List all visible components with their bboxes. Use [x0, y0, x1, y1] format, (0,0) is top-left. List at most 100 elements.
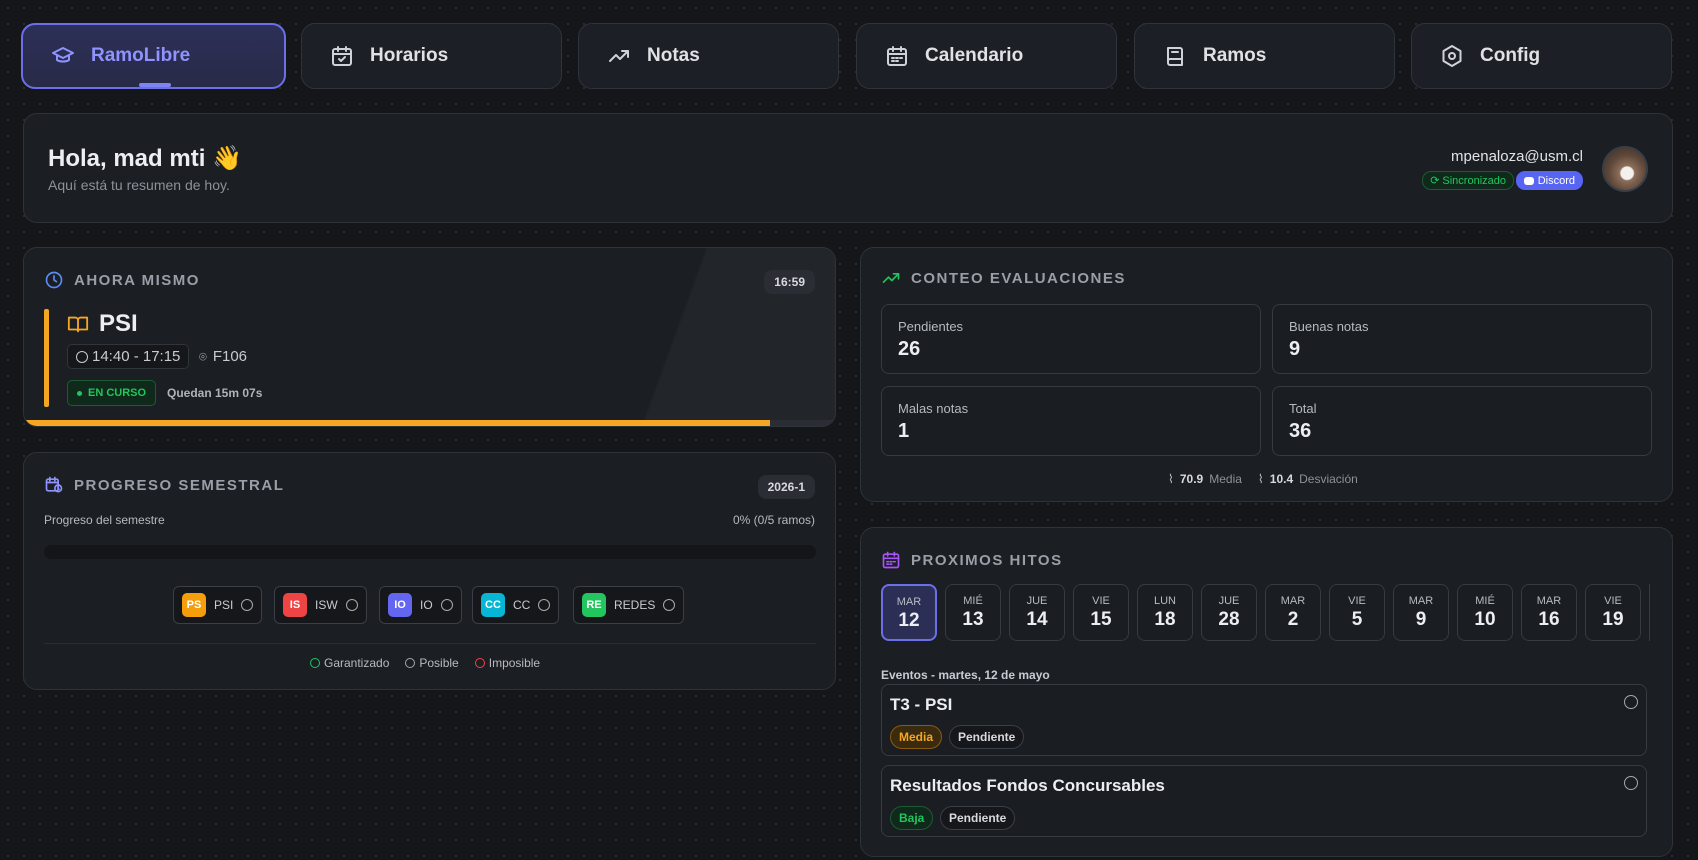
sync-status-badge: ⟳ Sincronizado — [1422, 171, 1514, 190]
course-abbr: IS — [283, 593, 307, 617]
calendar-icon — [887, 46, 907, 66]
course-chip-label: CC — [513, 598, 531, 612]
course-chip-psi[interactable]: PS PSI — [173, 586, 263, 624]
course-chip-label: PSI — [214, 598, 234, 612]
event-status-circle-icon[interactable] — [1624, 695, 1638, 709]
evals-title: CONTEO EVALUACIONES — [881, 268, 1126, 288]
nav-ramos[interactable]: Ramos — [1134, 23, 1395, 89]
nav-calendario[interactable]: Calendario — [856, 23, 1117, 89]
refresh-icon: ⟳ — [1430, 175, 1440, 187]
nav-label: Config — [1480, 45, 1541, 66]
stats-summary: ⌇ 70.9 Media ⌇ 10.4 Desviación — [1168, 472, 1358, 486]
status-badge: EN CURSO — [67, 380, 157, 406]
nav-ramolibre[interactable]: RamoLibre — [21, 23, 286, 89]
check-circle-icon — [310, 658, 320, 668]
active-indicator — [139, 83, 171, 87]
book-open-icon — [67, 316, 89, 333]
now-title: AHORA MISMO — [44, 270, 200, 290]
calendar-check-icon — [332, 46, 352, 66]
day-selector-item[interactable]: VIE 15 — [1073, 584, 1129, 641]
legend-guaranteed: Garantizado — [310, 656, 389, 670]
day-selector-item[interactable]: MIÉ 10 — [1457, 584, 1513, 641]
course-name: PSI — [99, 310, 138, 337]
nav-label: Horarios — [370, 45, 449, 66]
course-chip-cc[interactable]: CC CC — [472, 586, 560, 624]
x-circle-icon — [474, 658, 485, 668]
event-status-circle-icon[interactable] — [1624, 776, 1638, 790]
event-item[interactable]: Resultados Fondos Concursables Baja Pend… — [881, 765, 1647, 837]
settings-hexagon-icon — [1442, 45, 1462, 67]
status-dot-icon — [77, 390, 82, 396]
clock-icon — [76, 350, 88, 363]
day-selector-item[interactable]: VIE 19 — [1585, 584, 1641, 641]
course-chip-isw[interactable]: IS ISW — [274, 586, 367, 624]
day-selector-item[interactable]: JUE 28 — [1201, 584, 1257, 641]
status-circle-icon — [440, 599, 453, 611]
activity-icon: ⌇ — [1257, 472, 1264, 486]
course-abbr: PS — [182, 593, 206, 617]
semester-legend: Garantizado Posible Imposible — [310, 656, 540, 670]
stat-pending: Pendientes 26 — [881, 304, 1261, 374]
status-circle-icon — [345, 599, 358, 611]
time-remaining: Quedan 15m 07s — [167, 386, 263, 400]
day-selector-item[interactable]: JUE 14 — [1009, 584, 1065, 641]
semester-card: PROGRESO SEMESTRAL 2026-1 Progreso del s… — [23, 452, 836, 690]
class-progress-track — [24, 420, 835, 426]
status-circle-icon — [241, 599, 254, 611]
course-abbr: CC — [481, 593, 505, 617]
stat-total: Total 36 — [1272, 386, 1652, 456]
day-selector-item[interactable]: MAR 16 — [1521, 584, 1577, 641]
course-chip-redes[interactable]: RE REDES — [573, 586, 685, 624]
event-title: T3 - PSI — [890, 695, 953, 714]
day-selector-item[interactable]: MAR 12 — [881, 584, 937, 641]
course-chip-label: REDES — [614, 598, 656, 612]
greeting-subtitle: Aquí está tu resumen de hoy. — [48, 177, 230, 193]
course-abbr: RE — [582, 593, 606, 617]
graduation-cap-icon — [52, 47, 74, 63]
semester-progress-bar — [44, 545, 816, 559]
user-email: mpenaloza@usm.cl — [1451, 148, 1583, 165]
semester-progress-value: 0% (0/5 ramos) — [732, 513, 815, 527]
discord-icon — [1523, 176, 1534, 185]
legend-impossible: Imposible — [474, 656, 540, 670]
nav-horarios[interactable]: Horarios — [301, 23, 562, 89]
priority-badge: Baja — [890, 806, 934, 830]
circle-icon — [405, 658, 416, 668]
current-course: PSI — [67, 310, 138, 338]
calendar-icon — [882, 551, 900, 569]
divider — [44, 643, 816, 644]
welcome-header: Hola, mad mti 👋 Aquí está tu resumen de … — [23, 113, 1673, 223]
course-abbr: IO — [388, 593, 412, 617]
trending-up-icon — [882, 273, 900, 283]
activity-icon: ⌇ — [1168, 472, 1174, 486]
day-selector-item[interactable]: LUN 18 — [1137, 584, 1193, 641]
event-item[interactable]: T3 - PSI Media Pendiente — [881, 684, 1647, 756]
clock-icon — [45, 271, 63, 289]
map-pin-icon: ⌾ — [199, 348, 207, 364]
course-chip-label: ISW — [315, 598, 338, 612]
semester-progress-label: Progreso del semestre — [44, 513, 165, 527]
day-selector-item[interactable]: VIE 5 — [1329, 584, 1385, 641]
calendar-clock-icon — [45, 476, 63, 493]
day-selector-item[interactable]: MIÉ 13 — [945, 584, 1001, 641]
now-card: AHORA MISMO 16:59 PSI 14:40 - 17:15 ⌾ F1… — [23, 247, 836, 427]
day-selector-overflow — [1649, 584, 1652, 641]
day-selector-item[interactable]: MAR 2 — [1265, 584, 1321, 641]
nav-label: RamoLibre — [91, 45, 191, 66]
status-circle-icon — [538, 599, 551, 611]
class-progress-fill — [24, 420, 771, 426]
stat-good: Buenas notas 9 — [1272, 304, 1652, 374]
nav-notas[interactable]: Notas — [578, 23, 839, 89]
priority-badge: Media — [890, 725, 943, 749]
status-badge: Pendiente — [949, 725, 1025, 749]
course-accent-bar — [44, 309, 49, 407]
course-chip-io[interactable]: IO IO — [379, 586, 462, 624]
course-schedule: 14:40 - 17:15 — [67, 344, 190, 369]
nav-config[interactable]: Config — [1411, 23, 1672, 89]
legend-possible: Posible — [405, 656, 459, 670]
discord-badge[interactable]: Discord — [1515, 171, 1583, 190]
event-title: Resultados Fondos Concursables — [890, 776, 1165, 795]
avatar[interactable] — [1602, 146, 1648, 192]
day-selector-item[interactable]: MAR 9 — [1393, 584, 1449, 641]
book-icon — [1167, 47, 1183, 66]
